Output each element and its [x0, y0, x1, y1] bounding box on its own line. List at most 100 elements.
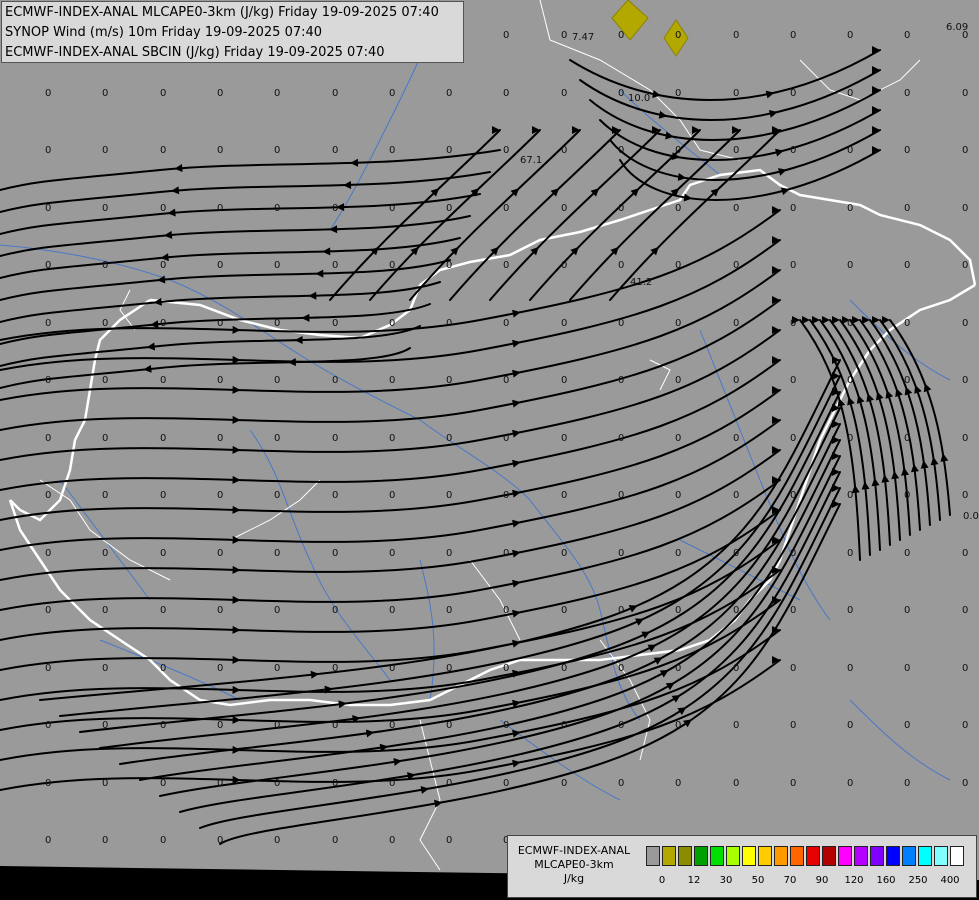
wind-arrowhead [871, 477, 880, 487]
grid-value: 0 [45, 720, 51, 731]
grid-value: 0 [274, 145, 280, 156]
title-line-3: ECMWF-INDEX-ANAL SBCIN (J/kg) Friday 19-… [5, 45, 385, 60]
grid-value: 0 [618, 490, 624, 501]
grid-value: 0 [102, 548, 108, 559]
legend-swatch [662, 846, 676, 866]
legend-tick: 12 [687, 875, 701, 886]
grid-value: 0 [274, 88, 280, 99]
grid-value: 0 [847, 88, 853, 99]
grid-value: 0 [389, 203, 395, 214]
legend-swatch [790, 846, 804, 866]
grid-value: 0 [962, 88, 968, 99]
grid-value: 0 [217, 318, 223, 329]
legend-tick: 0 [658, 875, 666, 886]
wind-arrowhead [683, 719, 692, 728]
grid-value: 0 [904, 433, 910, 444]
grid-value: 0 [102, 490, 108, 501]
special-value: 41.2 [630, 277, 652, 288]
wind-arrowhead [628, 605, 638, 613]
legend-swatch [934, 846, 948, 866]
grid-value: 0 [733, 260, 739, 271]
grid-value: 0 [962, 318, 968, 329]
grid-value: 0 [332, 663, 338, 674]
grid-value: 0 [790, 375, 796, 386]
grid-value: 0 [561, 145, 567, 156]
wind-arrowhead [232, 685, 241, 694]
wind-arrowhead [665, 682, 675, 691]
grid-value: 0 [45, 605, 51, 616]
grid-value: 0 [217, 145, 223, 156]
legend-swatch [854, 846, 868, 866]
grid-value: 0 [561, 548, 567, 559]
legend-tick: 50 [751, 875, 765, 886]
grid-value: 0 [618, 605, 624, 616]
grid-value: 0 [904, 203, 910, 214]
wind-arrowhead [310, 670, 319, 679]
grid-value: 0 [446, 548, 452, 559]
grid-value: 0 [962, 490, 968, 501]
streamline [119, 423, 841, 765]
wind-arrowhead [683, 193, 693, 202]
legend-swatch [710, 846, 724, 866]
grid-value: 0 [618, 433, 624, 444]
grid-value: 0 [217, 835, 223, 846]
grid-value: 0 [733, 490, 739, 501]
grid-value: 0 [733, 145, 739, 156]
grid-value: 0 [102, 433, 108, 444]
grid-value: 0 [675, 490, 681, 501]
wind-arrowhead [866, 393, 875, 403]
legend-swatch [950, 846, 964, 866]
wind-arrowhead [294, 336, 303, 345]
grid-value: 0 [446, 88, 452, 99]
wind-arrowhead [862, 316, 870, 324]
grid-value: 0 [618, 375, 624, 386]
grid-value: 0 [847, 663, 853, 674]
wind-arrowhead [232, 445, 241, 454]
grid-value: 0 [160, 375, 166, 386]
grid-value: 0 [503, 778, 509, 789]
grid-value: 0 [675, 30, 681, 41]
wind-arrowhead [343, 180, 352, 189]
legend-title: ECMWF-INDEX-ANAL MLCAPE0-3km J/kg [510, 844, 638, 886]
map-canvas: 0 0 0 0 0 0 0 0 0 0 0 0 0 0 0 0 0 0 0 0 0 0 0 0 0 0 0 0 0 0 0 0 0 0 0 0 0 0 0 0… [0, 0, 979, 900]
grid-value: 0 [962, 778, 968, 789]
grid-value: 0 [561, 663, 567, 674]
wind-arrowhead [881, 474, 890, 483]
grid-value: 0 [561, 30, 567, 41]
color-legend: ECMWF-INDEX-ANAL MLCAPE0-3km J/kg 0 12 30 5… [507, 835, 977, 898]
grid-value: 0 [160, 433, 166, 444]
grid-value: 0 [332, 778, 338, 789]
sbcin-values: 0 0 0 0 0 0 0 0 0 0 0 0 0 0 0 0 0 0 0 0 0 0 0 0 0 0 0 0 0 0 0 0 0 0 0 0 0 0 0 0… [45, 30, 968, 846]
grid-value: 0 [904, 778, 910, 789]
grid-value: 0 [274, 203, 280, 214]
grid-value: 0 [904, 605, 910, 616]
grid-value: 0 [274, 375, 280, 386]
grid-value: 0 [446, 375, 452, 386]
wind-arrowhead [329, 225, 338, 234]
grid-value: 0 [904, 720, 910, 731]
grid-value: 0 [332, 145, 338, 156]
grid-value: 0 [561, 375, 567, 386]
grid-value: 0 [675, 663, 681, 674]
grid-value: 0 [446, 605, 452, 616]
grid-value: 0 [503, 88, 509, 99]
grid-value: 0 [847, 605, 853, 616]
grid-value: 0 [332, 203, 338, 214]
grid-value: 0 [102, 605, 108, 616]
grid-value: 0 [102, 720, 108, 731]
grid-value: 0 [675, 778, 681, 789]
grid-value: 0 [675, 88, 681, 99]
grid-value: 0 [332, 720, 338, 731]
streamline [569, 129, 741, 301]
grid-value: 0 [274, 490, 280, 501]
grid-value: 0 [274, 778, 280, 789]
legend-swatch [902, 846, 916, 866]
grid-value: 0 [446, 260, 452, 271]
grid-value: 0 [45, 260, 51, 271]
grid-value: 0 [675, 145, 681, 156]
grid-value: 0 [675, 433, 681, 444]
grid-value: 0 [733, 605, 739, 616]
title-line-2: SYNOP Wind (m/s) 10m Friday 19-09-2025 0… [5, 25, 323, 40]
special-value: 67.1 [520, 155, 542, 166]
grid-value: 0 [160, 490, 166, 501]
